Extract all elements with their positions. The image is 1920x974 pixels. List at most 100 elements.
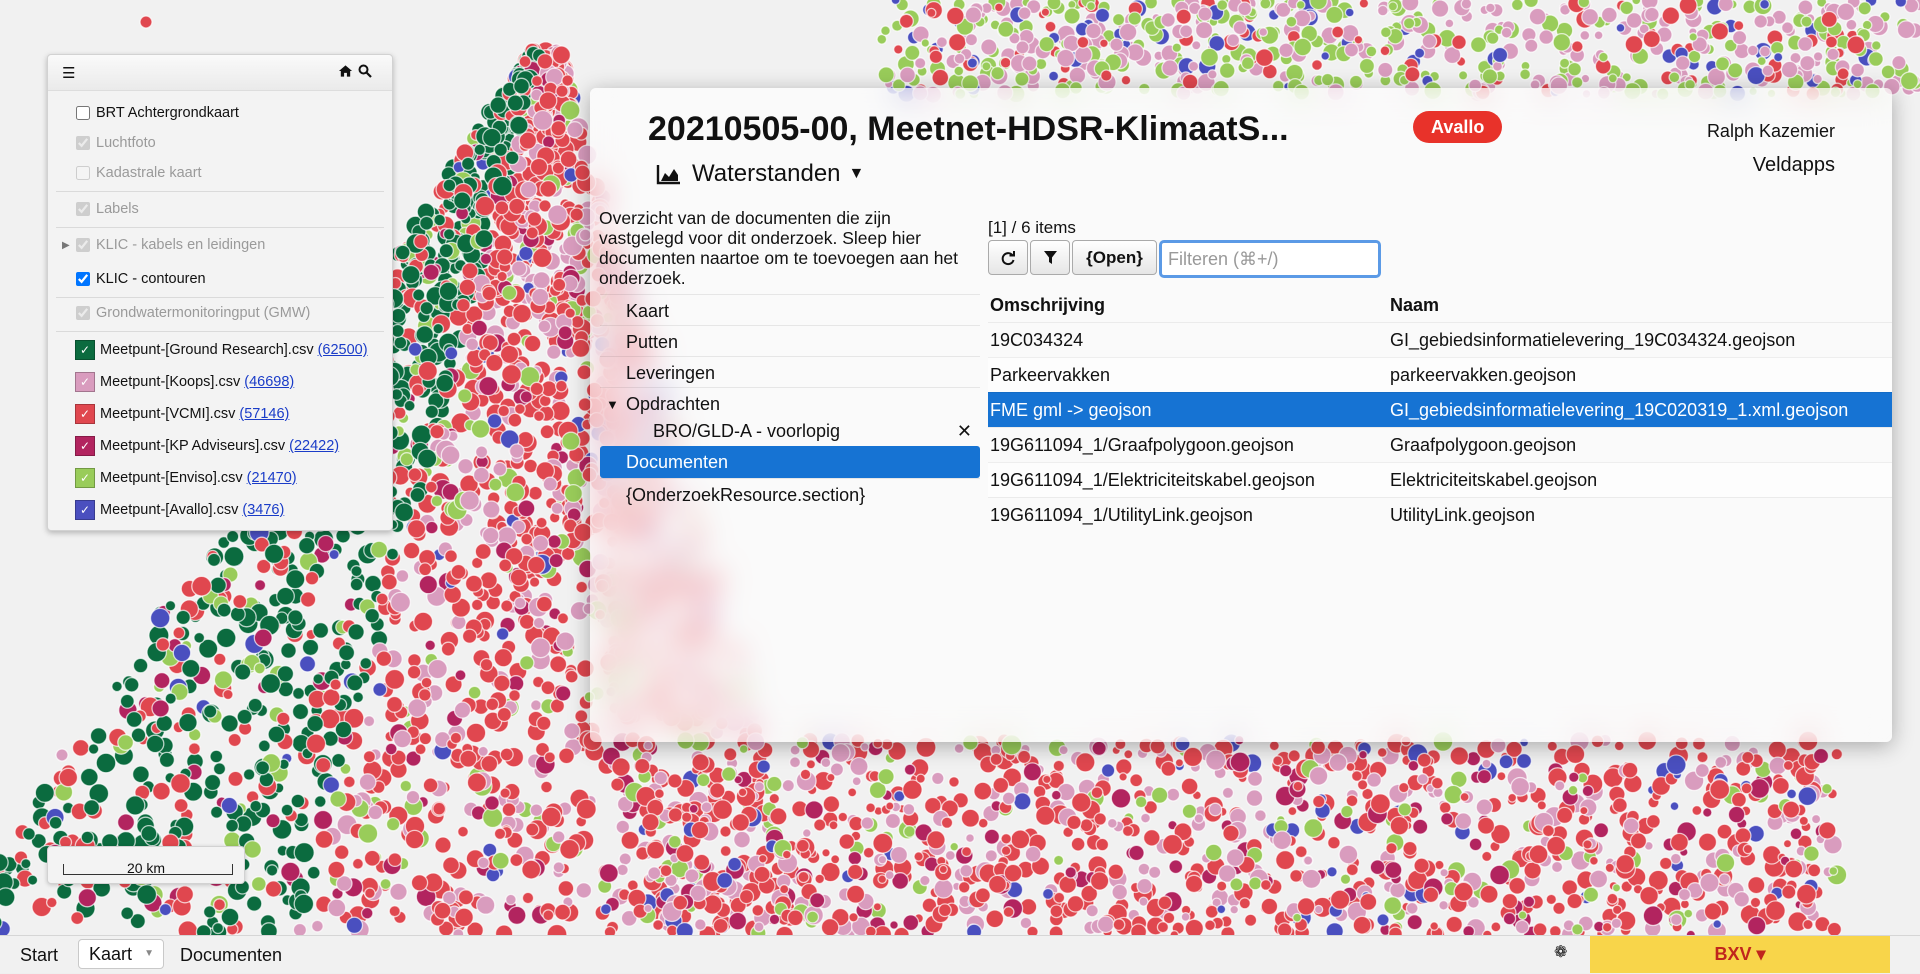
map-point (305, 572, 318, 585)
map-point (217, 603, 231, 617)
layer-labels[interactable]: Labels (62, 196, 384, 222)
layer-luchtfoto-checkbox[interactable] (76, 136, 90, 150)
layer-klic-contouren[interactable]: KLIC - contouren (62, 266, 384, 292)
table-row[interactable]: 19C034324 GI_gebiedsinformatielevering_1… (988, 322, 1892, 357)
dataset-count-link[interactable]: (22422) (289, 438, 339, 454)
table-row[interactable]: 19G611094_1/Graafpolygoon.geojson Graafp… (988, 427, 1892, 462)
map-point (411, 875, 427, 891)
dataset-koops[interactable]: ✓ Meetpunt-[Koops].csv (46698) (62, 369, 384, 395)
menu-icon[interactable]: ☰ (62, 64, 75, 82)
layer-brt[interactable]: BRT Achtergrondkaart (62, 100, 384, 126)
nav-item-section[interactable]: {OnderzoekResource.section} (600, 478, 980, 511)
map-point (1054, 892, 1065, 903)
home-icon[interactable] (338, 64, 353, 82)
dataset-count-link[interactable]: (46698) (244, 374, 294, 390)
layer-klic-kabels[interactable]: ▶ KLIC - kabels en leidingen (62, 232, 384, 258)
layer-klic-contouren-checkbox[interactable] (76, 272, 90, 286)
start-tab[interactable]: Start (20, 936, 58, 974)
layer-luchtfoto[interactable]: Luchtfoto (62, 130, 384, 156)
map-point (611, 778, 624, 791)
map-point (537, 54, 552, 69)
map-point (1580, 807, 1588, 815)
column-header-naam[interactable]: Naam (1390, 295, 1892, 316)
table-row[interactable]: 19G611094_1/UtilityLink.geojson UtilityL… (988, 497, 1892, 532)
map-point (575, 165, 590, 180)
map-point (1590, 870, 1608, 888)
map-point (330, 791, 346, 807)
dataset-count-link[interactable]: (57146) (239, 406, 289, 422)
check-icon[interactable]: ✓ (75, 436, 95, 456)
filter-input[interactable] (1159, 240, 1381, 278)
layer-panel-header: ☰ (48, 55, 392, 91)
map-point (530, 158, 547, 175)
map-point (1552, 862, 1563, 873)
check-icon[interactable]: ✓ (75, 340, 95, 360)
dataset-enviso[interactable]: ✓ Meetpunt-[Enviso].csv (21470) (62, 465, 384, 491)
nav-item-leveringen[interactable]: Leveringen (600, 356, 980, 389)
refresh-button[interactable] (988, 240, 1028, 275)
open-button[interactable]: {Open} (1072, 240, 1157, 275)
chart-selector[interactable]: Waterstanden ▼ (656, 160, 864, 188)
map-point (265, 544, 284, 563)
search-icon[interactable] (358, 64, 372, 82)
map-point (1201, 48, 1219, 66)
organization-name[interactable]: Veldapps (1753, 154, 1835, 177)
map-point (537, 596, 553, 612)
settings-icon[interactable]: ❁ (1554, 942, 1567, 962)
table-row[interactable]: 19G611094_1/Elektriciteitskabel.geojson … (988, 462, 1892, 497)
layer-kadastraal-checkbox[interactable] (76, 166, 90, 180)
dataset-count-link[interactable]: (62500) (318, 342, 368, 358)
dataset-count-link[interactable]: (3476) (242, 502, 284, 518)
kaart-dropdown[interactable]: Kaart ▼ (78, 939, 164, 969)
nav-item-putten[interactable]: Putten (600, 325, 980, 358)
check-icon[interactable]: ✓ (75, 404, 95, 424)
dataset-kp-adviseurs[interactable]: ✓ Meetpunt-[KP Adviseurs].csv (22422) (62, 433, 384, 459)
user-name[interactable]: Ralph Kazemier (1707, 121, 1835, 142)
map-point (1603, 923, 1612, 932)
map-point (949, 777, 959, 787)
map-point (937, 37, 948, 48)
check-icon[interactable]: ✓ (75, 500, 95, 520)
map-point (1113, 14, 1125, 26)
documenten-tab[interactable]: Documenten (180, 936, 282, 974)
map-point (676, 923, 693, 935)
map-point (769, 794, 779, 804)
map-point (1217, 0, 1228, 10)
map-point (1766, 901, 1786, 921)
map-point (1670, 802, 1679, 811)
table-row[interactable]: Parkeervakken parkeervakken.geojson (988, 357, 1892, 392)
layer-gmw[interactable]: Grondwatermonitoringput (GMW) (62, 300, 384, 326)
column-header-omschrijving[interactable]: Omschrijving (988, 295, 1390, 316)
map-point (478, 857, 489, 868)
dataset-avallo[interactable]: ✓ Meetpunt-[Avallo].csv (3476) (62, 497, 384, 523)
dataset-count-link[interactable]: (21470) (247, 470, 297, 486)
map-point (498, 405, 509, 416)
filter-button[interactable] (1030, 240, 1070, 275)
map-point (831, 855, 840, 864)
map-point (1269, 741, 1279, 751)
layer-gmw-checkbox[interactable] (76, 306, 90, 320)
table-row-selected[interactable]: FME gml -> geojson GI_gebiedsinformatiel… (988, 392, 1892, 427)
dataset-ground-research[interactable]: ✓ Meetpunt-[Ground Research].csv (62500) (62, 337, 384, 363)
map-point (885, 871, 894, 880)
layer-labels-checkbox[interactable] (76, 202, 90, 216)
nav-item-kaart[interactable]: Kaart (600, 294, 980, 327)
expand-icon[interactable]: ▶ (62, 240, 70, 251)
layer-kadastraal[interactable]: Kadastrale kaart (62, 160, 384, 186)
map-point (891, 0, 900, 4)
map-point (313, 623, 329, 639)
bxv-menu-button[interactable]: BXV ▾ (1590, 936, 1890, 973)
layer-klic-kabels-checkbox[interactable] (76, 238, 90, 252)
expanded-triangle-icon[interactable]: ▼ (606, 397, 619, 412)
layer-brt-checkbox[interactable] (76, 106, 90, 120)
map-point (1499, 755, 1513, 769)
dataset-vcmi[interactable]: ✓ Meetpunt-[VCMI].csv (57146) (62, 401, 384, 427)
map-point (1346, 864, 1358, 876)
close-icon[interactable]: ✕ (957, 421, 972, 442)
nav-item-documenten[interactable]: Documenten (600, 446, 980, 478)
check-icon[interactable]: ✓ (75, 468, 95, 488)
divider (56, 227, 384, 228)
status-badge[interactable]: Avallo (1413, 111, 1502, 143)
nav-item-bro-gld[interactable]: BRO/GLD-A - voorlopig ✕ (600, 415, 980, 448)
check-icon[interactable]: ✓ (75, 372, 95, 392)
